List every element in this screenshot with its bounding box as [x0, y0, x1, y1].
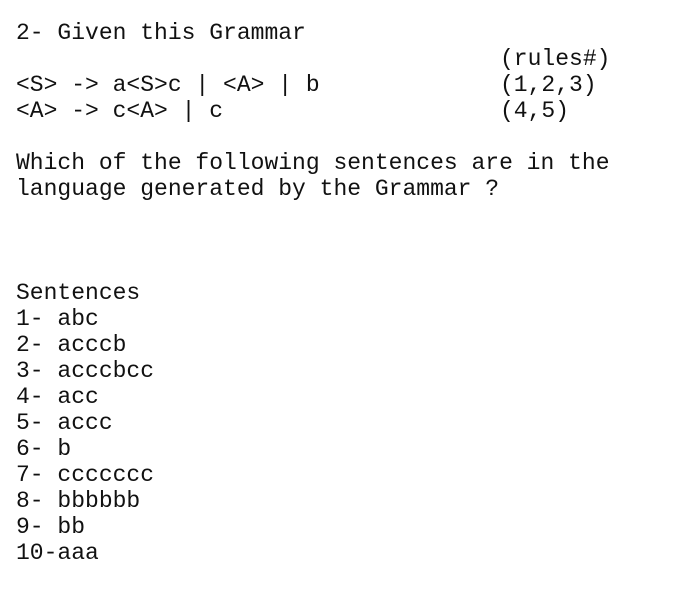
list-item-index: 10- [16, 540, 58, 566]
document-page: 2- Given this Grammar (rules#) <S> -> a<… [0, 0, 700, 613]
list-item-index: 8- [16, 488, 58, 514]
list-item-text: ccccccc [57, 462, 155, 488]
list-item-index: 1- [16, 306, 58, 332]
question-prompt-line-1: Which of the following sentences are in … [16, 150, 610, 176]
list-item-text: bb [57, 514, 86, 540]
list-item-text: accc [57, 410, 113, 436]
question-prompt: Which of the following sentences are in … [16, 150, 610, 202]
sentence-list: 1- abc 2- acccb 3- acccbcc 4- acc 5- acc… [16, 306, 154, 566]
list-item: 1- abc [16, 306, 154, 332]
list-item-index: 9- [16, 514, 58, 540]
list-item-index: 3- [16, 358, 58, 384]
sentences-heading: Sentences [16, 280, 141, 306]
grammar-production-row: <S> -> a<S>c | <A> | b (1,2,3) [16, 72, 610, 98]
grammar-production-s: <S> -> a<S>c | <A> | b [16, 72, 320, 98]
question-prompt-line-2: language generated by the Grammar ? [16, 176, 500, 202]
list-item-text: aaa [57, 540, 99, 566]
grammar-block: (rules#) <S> -> a<S>c | <A> | b (1,2,3) … [16, 46, 610, 124]
list-item-text: acccbcc [57, 358, 155, 384]
list-item-text: bbbbbb [57, 488, 141, 514]
grammar-rule-numbers-s: (1,2,3) [500, 72, 597, 98]
list-item: 7- ccccccc [16, 462, 154, 488]
list-item: 9- bb [16, 514, 154, 540]
list-item: 5- accc [16, 410, 154, 436]
list-item: 3- acccbcc [16, 358, 154, 384]
list-item-index: 7- [16, 462, 58, 488]
list-item-index: 5- [16, 410, 58, 436]
list-item: 2- acccb [16, 332, 154, 358]
grammar-production-a: <A> -> c<A> | c [16, 98, 224, 124]
list-item: 8- bbbbbb [16, 488, 154, 514]
list-item-text: b [57, 436, 72, 462]
list-item: 6- b [16, 436, 154, 462]
list-item-index: 6- [16, 436, 58, 462]
list-item-index: 2- [16, 332, 58, 358]
list-item-text: acccb [57, 332, 127, 358]
list-item-index: 4- [16, 384, 58, 410]
list-item-text: abc [57, 306, 99, 332]
list-item-text: acc [57, 384, 99, 410]
grammar-rule-numbers-a: (4,5) [500, 98, 570, 124]
grammar-rules-header-row: (rules#) [16, 46, 610, 72]
sentences-section: Sentences 1- abc 2- acccb 3- acccbcc 4- … [16, 280, 154, 566]
grammar-production-row: <A> -> c<A> | c (4,5) [16, 98, 610, 124]
page-title: 2- Given this Grammar [16, 20, 306, 46]
list-item: 10- aaa [16, 540, 154, 566]
rules-column-header: (rules#) [500, 46, 611, 72]
list-item: 4- acc [16, 384, 154, 410]
